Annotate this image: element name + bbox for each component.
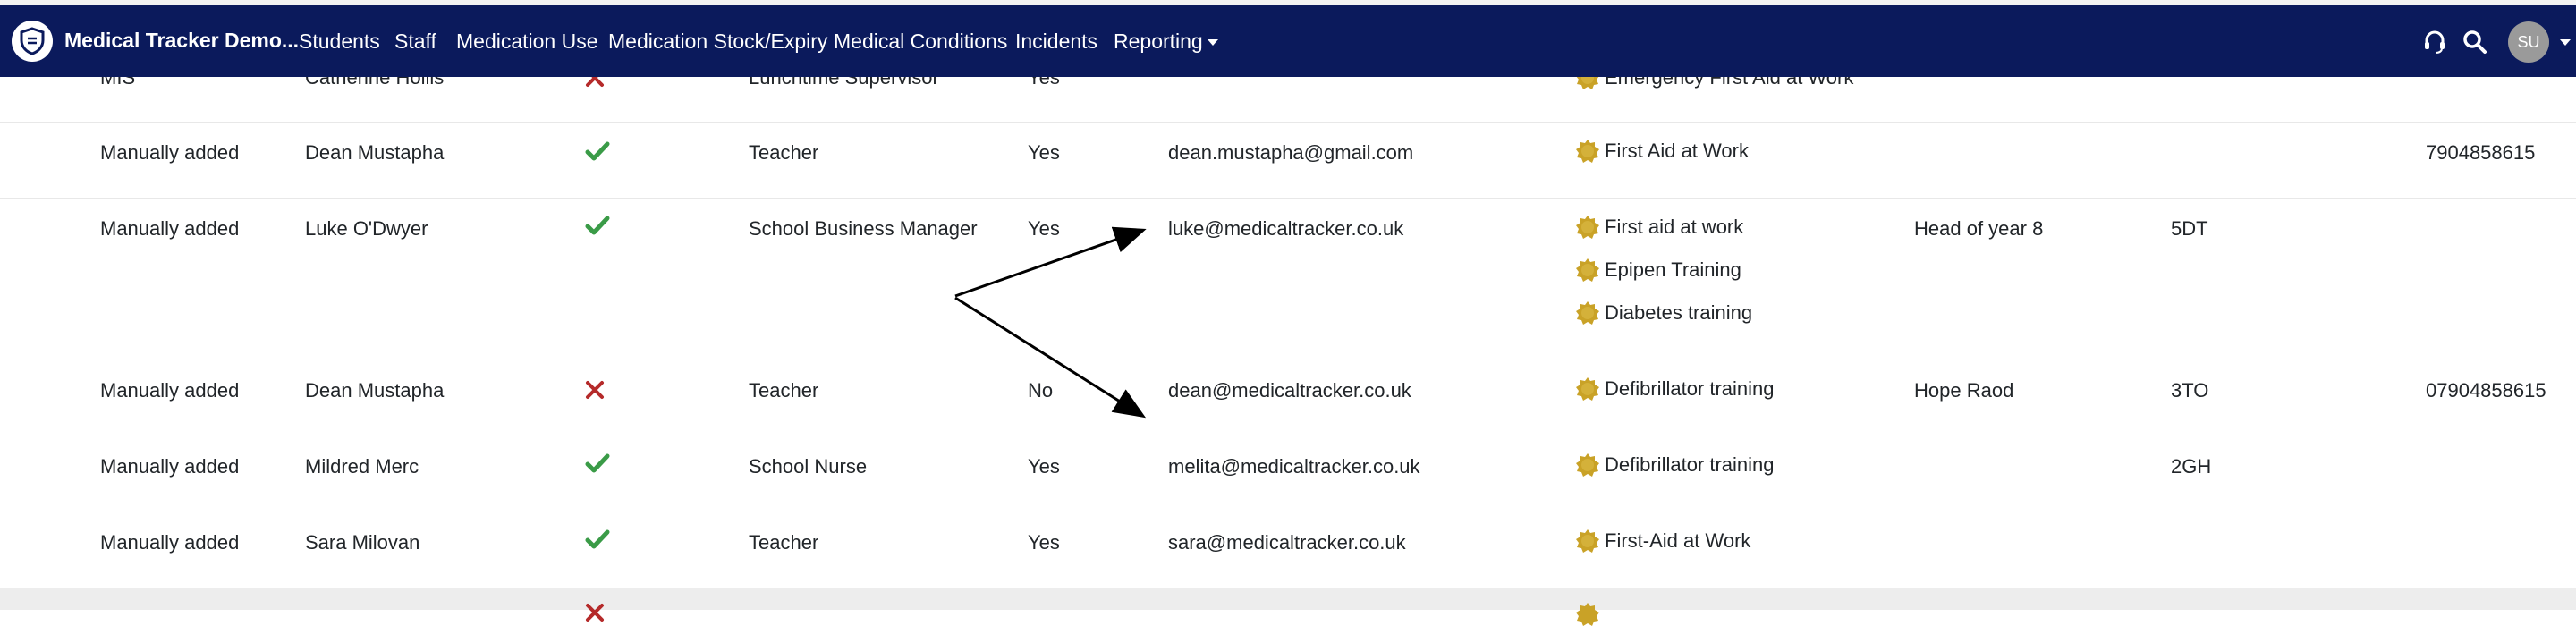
user-avatar[interactable]: SU — [2508, 21, 2549, 63]
nav-reporting-dropdown[interactable]: Reporting — [1114, 30, 1218, 54]
nav-staff[interactable]: Staff — [394, 30, 436, 54]
chevron-down-icon[interactable] — [2560, 39, 2571, 46]
nav-incidents[interactable]: Incidents — [1015, 30, 1097, 54]
top-navbar: Medical Tracker Demo... Students Staff M… — [0, 5, 2576, 77]
arrow-to-email-luke — [954, 226, 1147, 298]
nav-medication-use[interactable]: Medication Use — [456, 30, 598, 54]
arrow-to-email-dean — [954, 296, 1147, 419]
nav-reporting-label: Reporting — [1114, 30, 1203, 53]
brand-name[interactable]: Medical Tracker Demo... — [64, 29, 299, 53]
annotation-arrows — [954, 226, 1147, 419]
support-headset-icon[interactable] — [2421, 29, 2448, 55]
nav-medication-stock[interactable]: Medication Stock/Expiry — [608, 30, 827, 54]
nav-medical-conditions[interactable]: Medical Conditions — [834, 30, 1007, 54]
search-icon[interactable] — [2462, 29, 2488, 55]
nav-students[interactable]: Students — [299, 30, 380, 54]
shield-logo-icon[interactable] — [12, 21, 53, 62]
chevron-down-icon — [1207, 39, 1218, 47]
